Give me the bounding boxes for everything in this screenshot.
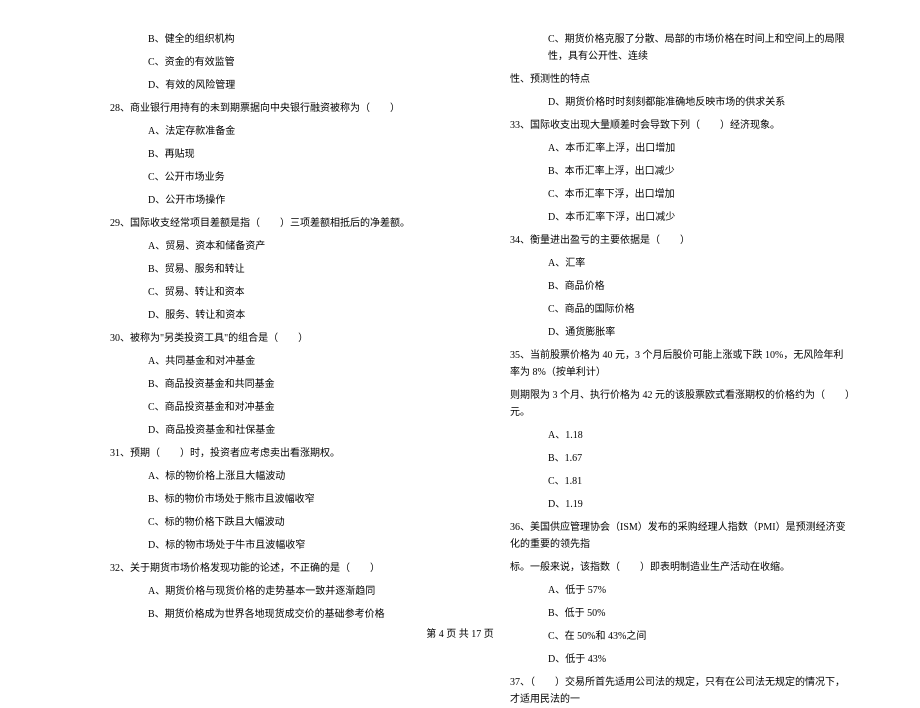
option-29-a: A、贸易、资本和储备资产 (110, 238, 450, 255)
left-column: B、健全的组织机构 C、资金的有效监管 D、有效的风险管理 28、商业银行用持有… (50, 25, 470, 620)
option-32-c: C、期货价格克服了分散、局部的市场价格在时间上和空间上的局限性，具有公开性、连续 (510, 31, 850, 65)
option-27-c: C、资金的有效监管 (110, 54, 450, 71)
option-36-b: B、低于 50% (510, 605, 850, 622)
option-32-b: B、期货价格成为世界各地现货成交价的基础参考价格 (110, 606, 450, 623)
question-34: 34、衡量进出盈亏的主要依据是（ ） (510, 232, 850, 249)
option-32-d: D、期货价格时时刻刻都能准确地反映市场的供求关系 (510, 94, 850, 111)
option-30-c: C、商品投资基金和对冲基金 (110, 399, 450, 416)
option-31-c: C、标的物价格下跌且大幅波动 (110, 514, 450, 531)
option-33-a: A、本币汇率上浮，出口增加 (510, 140, 850, 157)
question-30: 30、被称为"另类投资工具"的组合是（ ） (110, 330, 450, 347)
option-32-c-cont: 性、预测性的特点 (510, 71, 850, 88)
question-33: 33、国际收支出现大量顺差时会导致下列（ ）经济现象。 (510, 117, 850, 134)
option-31-b: B、标的物价市场处于熊市且波幅收窄 (110, 491, 450, 508)
option-33-c: C、本币汇率下浮，出口增加 (510, 186, 850, 203)
option-34-a: A、汇率 (510, 255, 850, 272)
option-30-a: A、共同基金和对冲基金 (110, 353, 450, 370)
question-28: 28、商业银行用持有的未到期票据向中央银行融资被称为（ ） (110, 100, 450, 117)
option-29-d: D、服务、转让和资本 (110, 307, 450, 324)
option-35-d: D、1.19 (510, 496, 850, 513)
question-35-cont: 则期限为 3 个月、执行价格为 42 元的该股票欧式看涨期权的价格约为（ ）元。 (510, 387, 850, 421)
question-31: 31、预期（ ）时，投资者应考虑卖出看涨期权。 (110, 445, 450, 462)
option-28-a: A、法定存款准备金 (110, 123, 450, 140)
option-28-c: C、公开市场业务 (110, 169, 450, 186)
question-36-cont: 标。一般来说，该指数（ ）即表明制造业生产活动在收缩。 (510, 559, 850, 576)
page-content: B、健全的组织机构 C、资金的有效监管 D、有效的风险管理 28、商业银行用持有… (0, 0, 920, 620)
option-36-d: D、低于 43% (510, 651, 850, 668)
option-29-b: B、贸易、服务和转让 (110, 261, 450, 278)
right-column: C、期货价格克服了分散、局部的市场价格在时间上和空间上的局限性，具有公开性、连续… (470, 25, 870, 620)
option-28-b: B、再贴现 (110, 146, 450, 163)
option-35-b: B、1.67 (510, 450, 850, 467)
page-footer: 第 4 页 共 17 页 (0, 625, 920, 640)
question-36: 36、美国供应管理协会（ISM）发布的采购经理人指数（PMI）是预测经济变化的重… (510, 519, 850, 553)
option-35-a: A、1.18 (510, 427, 850, 444)
option-28-d: D、公开市场操作 (110, 192, 450, 209)
option-34-d: D、通货膨胀率 (510, 324, 850, 341)
option-32-a: A、期货价格与现货价格的走势基本一致并逐渐趋同 (110, 583, 450, 600)
question-37: 37、（ ）交易所首先适用公司法的规定，只有在公司法无规定的情况下，才适用民法的… (510, 674, 850, 708)
option-36-a: A、低于 57% (510, 582, 850, 599)
option-30-d: D、商品投资基金和社保基金 (110, 422, 450, 439)
option-31-a: A、标的物价格上涨且大幅波动 (110, 468, 450, 485)
option-34-b: B、商品价格 (510, 278, 850, 295)
option-30-b: B、商品投资基金和共同基金 (110, 376, 450, 393)
option-27-d: D、有效的风险管理 (110, 77, 450, 94)
option-31-d: D、标的物市场处于牛市且波幅收窄 (110, 537, 450, 554)
question-35: 35、当前股票价格为 40 元，3 个月后股价可能上涨或下跌 10%，无风险年利… (510, 347, 850, 381)
option-34-c: C、商品的国际价格 (510, 301, 850, 318)
option-33-b: B、本币汇率上浮，出口减少 (510, 163, 850, 180)
option-27-b: B、健全的组织机构 (110, 31, 450, 48)
question-29: 29、国际收支经常项目差额是指（ ）三项差额相抵后的净差额。 (110, 215, 450, 232)
option-33-d: D、本币汇率下浮，出口减少 (510, 209, 850, 226)
option-29-c: C、贸易、转让和资本 (110, 284, 450, 301)
option-35-c: C、1.81 (510, 473, 850, 490)
question-32: 32、关于期货市场价格发现功能的论述，不正确的是（ ） (110, 560, 450, 577)
